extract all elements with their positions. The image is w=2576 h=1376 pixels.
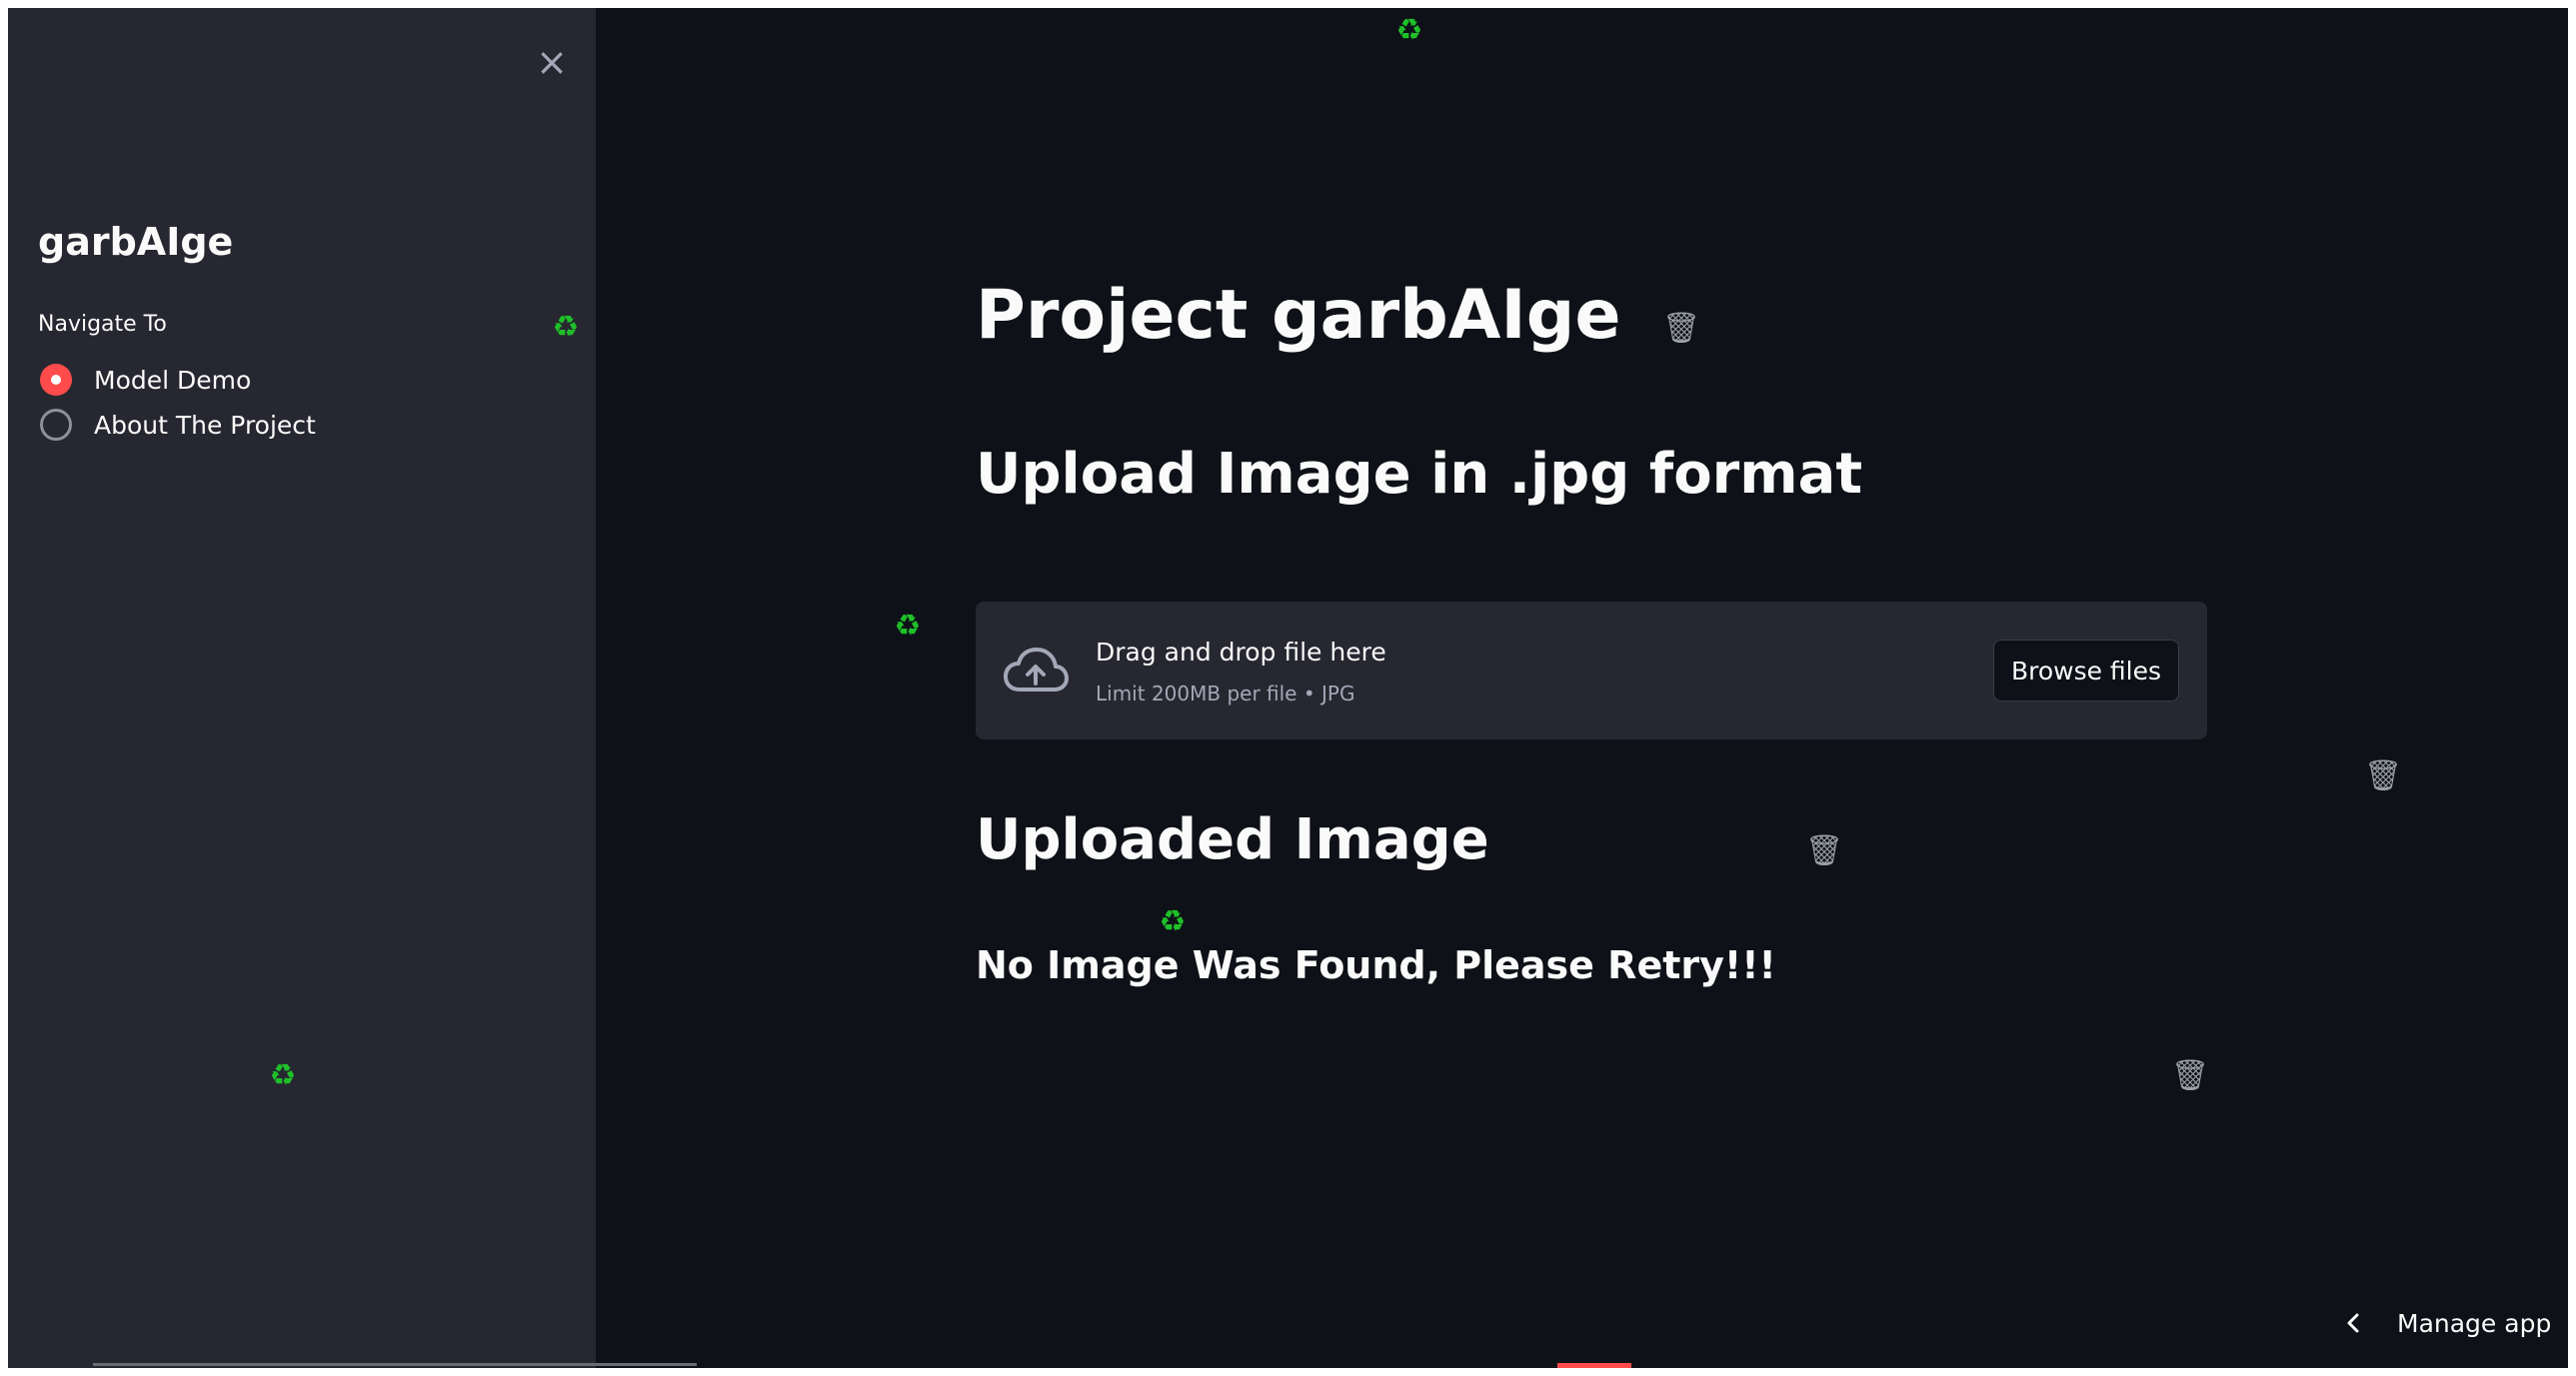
drop-instructions: Drag and drop file here [1096, 638, 1386, 667]
wastebasket-icon: 🗑 [1662, 311, 1701, 346]
uploaded-image-heading: Uploaded Image [976, 807, 1489, 872]
sidebar-title: garbAIge [38, 220, 234, 264]
sidebar: × garbAIge Navigate To Model Demo About … [8, 8, 697, 1368]
page-title: Project garbAIge [976, 276, 1621, 355]
browse-files-button[interactable]: Browse files [1993, 640, 2179, 701]
main-content: Project garbAIge Upload Image in .jpg fo… [596, 8, 2568, 1368]
chevron-left-icon [2347, 1313, 2359, 1333]
radio-unchecked-icon[interactable] [40, 409, 72, 441]
no-image-message: No Image Was Found, Please Retry!!! [976, 943, 1776, 987]
file-uploader-dropzone[interactable]: Drag and drop file here Limit 200MB per … [976, 602, 2207, 739]
radio-checked-icon[interactable] [40, 364, 72, 396]
recycle-icon: ♻ [269, 1058, 297, 1093]
upload-limit-text: Limit 200MB per file • JPG [1096, 682, 1355, 705]
close-sidebar-icon[interactable]: × [532, 42, 572, 82]
nav-label: Navigate To [38, 312, 167, 337]
manage-app-button[interactable]: Manage app [2337, 1307, 2551, 1339]
manage-app-label: Manage app [2397, 1308, 2552, 1338]
nav-option-label: Model Demo [94, 365, 252, 395]
nav-option-model-demo[interactable]: Model Demo [40, 364, 251, 396]
nav-option-about-the-project[interactable]: About The Project [40, 409, 316, 441]
wastebasket-icon: 🗑 [2364, 758, 2403, 793]
cloud-upload-icon [1004, 648, 1069, 691]
recycle-icon: ♻ [894, 609, 922, 644]
wastebasket-icon: 🗑 [2171, 1058, 2210, 1093]
app-window: × garbAIge Navigate To Model Demo About … [8, 8, 2568, 1368]
upload-heading: Upload Image in .jpg format [976, 442, 1863, 507]
recycle-icon: ♻ [1395, 13, 1423, 48]
status-indicator-bar [1557, 1363, 1631, 1368]
nav-option-label: About The Project [94, 410, 316, 440]
recycle-icon: ♻ [1159, 904, 1187, 939]
wastebasket-icon: 🗑 [1805, 833, 1844, 868]
recycle-icon: ♻ [552, 310, 580, 345]
